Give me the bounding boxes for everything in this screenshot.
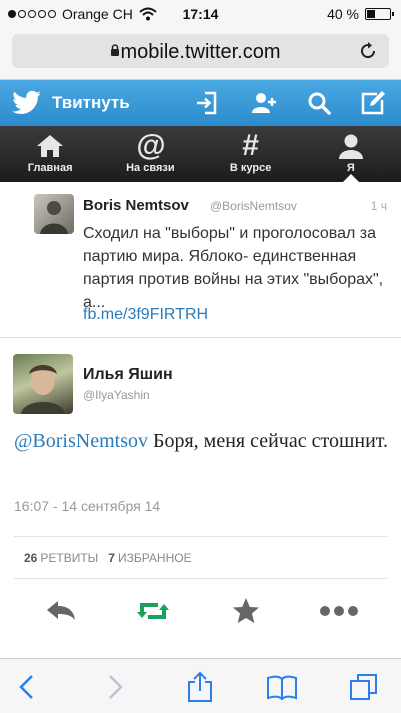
favorites-stat[interactable]: 7 ИЗБРАННОЕ: [108, 551, 191, 565]
at-icon: @: [136, 129, 166, 162]
retweet-icon[interactable]: [136, 594, 170, 628]
avatar-photo: [40, 201, 68, 234]
twitter-header: Твитнуть: [0, 80, 401, 126]
avatar[interactable]: [34, 194, 74, 234]
battery-percent: 40 %: [327, 6, 359, 22]
battery-icon: [365, 8, 394, 20]
compose-icon[interactable]: [359, 89, 387, 117]
favorites-label: ИЗБРАННОЕ: [117, 551, 192, 565]
reply-icon[interactable]: [44, 594, 78, 628]
more-icon[interactable]: [318, 594, 360, 628]
author-handle[interactable]: @IlyaYashin: [83, 388, 150, 402]
back-icon[interactable]: [12, 671, 44, 703]
person-icon: [338, 134, 363, 159]
avatar-photo: [21, 365, 65, 414]
address-bar[interactable]: mobile.twitter.com: [12, 34, 389, 68]
home-icon: [37, 135, 64, 157]
retweets-stat[interactable]: 26 РЕТВИТЫ: [24, 551, 98, 565]
avatar[interactable]: [13, 354, 73, 414]
tweet-text: @BorisNemtsov Боря, меня сейчас стошнит.: [14, 426, 389, 457]
tabs-icon[interactable]: [348, 671, 380, 703]
favorites-count: 7: [108, 551, 115, 565]
browser-bottom-bar: [0, 658, 401, 713]
hash-icon: #: [242, 129, 259, 162]
tab-me[interactable]: Я: [301, 126, 401, 182]
search-icon[interactable]: [305, 89, 333, 117]
tweet-time: 1 ч: [370, 199, 387, 213]
tab-home[interactable]: Главная: [0, 126, 100, 182]
status-bar: Orange CH 17:14 40 %: [0, 0, 401, 28]
url-text: mobile.twitter.com: [120, 41, 281, 63]
tweet-body: Боря, меня сейчас стошнит.: [147, 430, 389, 452]
author-name[interactable]: Илья Яшин: [83, 366, 173, 384]
twitter-bird-icon[interactable]: [12, 90, 42, 116]
compose-tweet-label[interactable]: Твитнуть: [52, 93, 130, 113]
tab-discover[interactable]: # В курсе: [201, 126, 301, 182]
tweet-detail: Илья Яшин @IlyaYashin @BorisNemtsov Боря…: [0, 338, 401, 658]
in-reply-to-tweet[interactable]: Boris Nemtsov @BorisNemtsov 1 ч Сходил н…: [0, 182, 401, 338]
tab-label: На связи: [126, 162, 175, 174]
retweets-label: РЕТВИТЫ: [40, 551, 99, 565]
tab-label: Я: [346, 162, 355, 174]
tweet-stats: 26 РЕТВИТЫ 7 ИЗБРАННОЕ: [24, 551, 192, 565]
tab-connect[interactable]: @ На связи: [100, 126, 200, 182]
author-handle[interactable]: @BorisNemtsov: [210, 199, 297, 213]
divider: [14, 578, 387, 579]
divider: [14, 536, 387, 537]
battery-group: 40 %: [327, 6, 394, 22]
retweets-count: 26: [24, 551, 38, 565]
twitter-tab-bar: Главная @ На связи # В курсе Я: [0, 126, 401, 182]
tweet-timestamp: 16:07 - 14 сентября 14: [14, 498, 161, 514]
sign-in-icon[interactable]: [193, 89, 221, 117]
tab-label: Главная: [27, 162, 73, 174]
mention-link[interactable]: @BorisNemtsov: [14, 430, 148, 452]
tweet-link[interactable]: fb.me/3f9FIRTRH: [83, 306, 208, 324]
tweet-text: Сходил на "выборы" и проголосовал за пар…: [83, 225, 384, 311]
reload-icon[interactable]: [357, 40, 379, 62]
forward-icon[interactable]: [98, 671, 130, 703]
author-name[interactable]: Boris Nemtsov: [83, 197, 189, 214]
favorite-star-icon[interactable]: [229, 594, 263, 628]
add-user-icon[interactable]: [250, 89, 278, 117]
tweet-actions: [0, 594, 401, 634]
bookmarks-icon[interactable]: [266, 671, 298, 703]
tab-label: В курсе: [229, 162, 272, 174]
share-icon[interactable]: [184, 671, 216, 703]
browser-toolbar: mobile.twitter.com: [0, 28, 401, 80]
